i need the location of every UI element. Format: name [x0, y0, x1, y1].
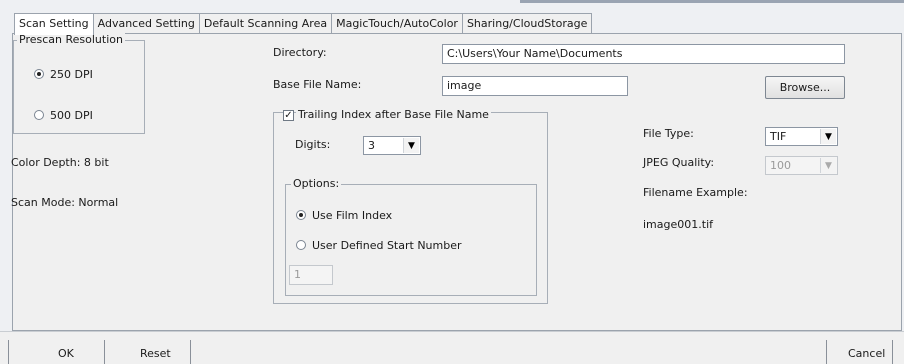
file-type-dropdown[interactable]: TIF ▼ [765, 127, 838, 146]
tab-scan-setting[interactable]: Scan Setting [14, 13, 94, 35]
radio-500-dpi-label: 500 DPI [50, 109, 93, 122]
digits-dropdown[interactable]: 3 ▼ [363, 136, 421, 155]
jpeg-quality-value: 100 [770, 159, 791, 172]
radio-user-defined-start[interactable] [296, 240, 306, 250]
trailing-index-label: Trailing Index after Base File Name [296, 108, 491, 121]
footer-divider [8, 340, 9, 364]
footer-divider [826, 340, 827, 364]
tab-sharing-cloudstorage[interactable]: Sharing/CloudStorage [461, 13, 593, 34]
jpeg-quality-dropdown[interactable]: 100 ▼ [765, 156, 838, 175]
use-film-index-label: Use Film Index [312, 209, 393, 222]
trailing-index-checkbox[interactable]: ✓ [283, 110, 294, 121]
digits-value: 3 [368, 139, 375, 152]
user-defined-start-label: User Defined Start Number [312, 239, 462, 252]
reset-button[interactable]: Reset [140, 347, 171, 360]
radio-use-film-index[interactable] [296, 210, 306, 220]
scan-setting-panel: Prescan Resolution 250 DPI 500 DPI Color… [11, 33, 902, 331]
filename-example-value: image001.tif [643, 218, 713, 231]
chevron-down-icon: ▼ [820, 158, 836, 173]
tab-advanced-setting[interactable]: Advanced Setting [92, 13, 200, 34]
footer-divider [190, 340, 191, 364]
ok-button[interactable]: OK [58, 347, 74, 360]
tab-magictouch-autocolor[interactable]: MagicTouch/AutoColor [331, 13, 463, 34]
tab-default-scanning-area[interactable]: Default Scanning Area [198, 13, 333, 34]
radio-500-dpi[interactable] [34, 110, 44, 120]
color-depth-text: Color Depth: 8 bit [11, 156, 109, 169]
window-top-accent [520, 0, 904, 3]
options-title: Options: [291, 177, 342, 190]
chevron-down-icon: ▼ [820, 129, 836, 144]
footer-bar: OK Reset Cancel [0, 331, 904, 364]
footer-divider [104, 340, 105, 364]
footer-divider [892, 340, 893, 364]
tab-bar: Scan Setting Advanced Setting Default Sc… [14, 13, 593, 35]
cancel-button[interactable]: Cancel [848, 347, 885, 360]
digits-label: Digits: [295, 138, 331, 151]
browse-button[interactable]: Browse... [765, 76, 845, 99]
base-file-name-field[interactable]: image [442, 76, 628, 96]
file-type-label: File Type: [643, 127, 694, 140]
directory-field[interactable]: C:\Users\Your Name\Documents [442, 44, 845, 64]
directory-label: Directory: [273, 46, 327, 59]
file-type-value: TIF [770, 130, 787, 143]
jpeg-quality-label: JPEG Quality: [643, 156, 715, 169]
filename-example-label: Filename Example: [643, 186, 748, 199]
chevron-down-icon: ▼ [403, 138, 419, 153]
start-number-field[interactable]: 1 [289, 265, 333, 285]
radio-250-dpi-label: 250 DPI [50, 68, 93, 81]
base-file-name-label: Base File Name: [273, 78, 362, 91]
radio-250-dpi[interactable] [34, 69, 44, 79]
scan-mode-text: Scan Mode: Normal [11, 196, 119, 209]
